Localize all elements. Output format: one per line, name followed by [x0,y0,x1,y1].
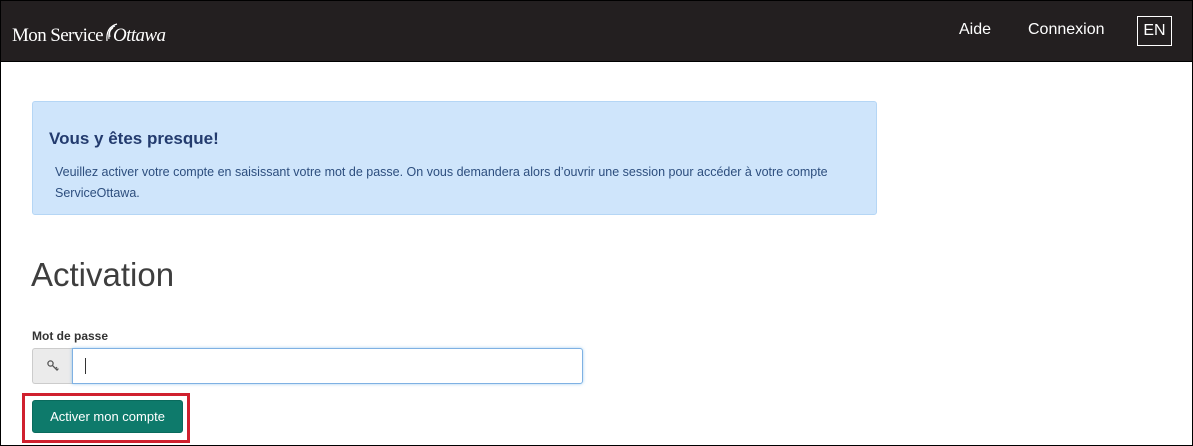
text-cursor [85,358,86,374]
password-input-group [32,348,583,384]
page: Mon Service Ottawa Aide Connexion EN Vou… [0,0,1193,446]
page-title: Activation [31,256,175,293]
activate-account-button[interactable]: Activer mon compte [32,400,183,433]
nav-link-help[interactable]: Aide [959,21,991,39]
nav-link-login[interactable]: Connexion [1028,21,1105,39]
alert-message: Veuillez activer votre compte en saisiss… [55,165,828,200]
language-toggle-button[interactable]: EN [1137,16,1172,46]
brand-logo[interactable]: Mon Service Ottawa [12,17,166,47]
info-alert: Vous y êtes presque! Veuillez activer vo… [32,101,877,215]
top-navbar: Mon Service Ottawa Aide Connexion EN [1,1,1192,62]
brand-text-mon-service: Mon Service [12,25,104,46]
alert-title: Vous y êtes presque! [49,129,219,148]
password-input[interactable] [72,348,583,384]
swoosh-icon [104,23,118,45]
brand-text-ottawa: Ottawa [113,25,166,46]
password-label: Mot de passe [32,329,109,343]
key-icon [32,348,72,384]
